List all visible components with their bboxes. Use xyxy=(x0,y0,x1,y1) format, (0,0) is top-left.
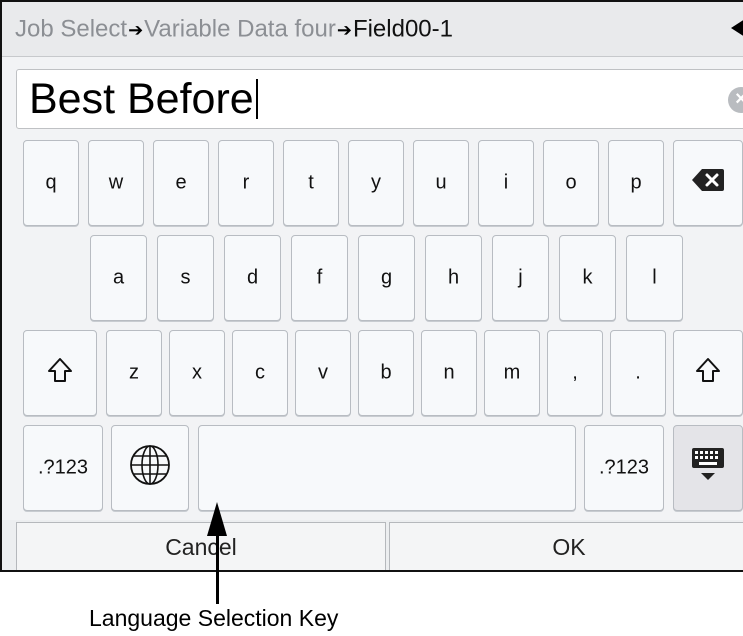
breadcrumb: Job Select➔Variable Data four➔Field00-1 xyxy=(2,2,743,57)
key-x[interactable]: x xyxy=(169,330,225,416)
ok-button[interactable]: OK xyxy=(389,522,743,570)
key-r[interactable]: r xyxy=(218,140,274,226)
breadcrumb-item-variable-data[interactable]: Variable Data four xyxy=(144,16,336,43)
key-t[interactable]: t xyxy=(283,140,339,226)
symbols-key-right[interactable]: .?123 xyxy=(584,425,664,511)
shift-icon xyxy=(48,358,72,382)
key-j[interactable]: j xyxy=(492,235,549,321)
key-m[interactable]: m xyxy=(484,330,540,416)
callout-arrow-line xyxy=(216,532,219,604)
globe-icon xyxy=(130,445,170,485)
key-c[interactable]: c xyxy=(232,330,288,416)
key-w[interactable]: w xyxy=(88,140,144,226)
text-caret xyxy=(255,79,258,119)
key-b[interactable]: b xyxy=(358,330,414,416)
dialog-button-bar: Cancel OK xyxy=(2,520,743,570)
key-n[interactable]: n xyxy=(421,330,477,416)
key-i[interactable]: i xyxy=(478,140,534,226)
cancel-button[interactable]: Cancel xyxy=(16,522,386,570)
key-comma[interactable]: , xyxy=(547,330,603,416)
callout-label: Language Selection Key xyxy=(89,605,339,631)
job-select-window: Job Select➔Variable Data four➔Field00-1 … xyxy=(0,0,743,572)
key-e[interactable]: e xyxy=(153,140,209,226)
breadcrumb-current: Field00-1 xyxy=(352,15,453,43)
key-d[interactable]: d xyxy=(224,235,281,321)
key-q[interactable]: q xyxy=(23,140,79,226)
backspace-icon xyxy=(692,169,724,191)
language-selection-key[interactable] xyxy=(111,425,189,511)
key-h[interactable]: h xyxy=(425,235,482,321)
shift-icon xyxy=(696,358,720,382)
symbols-key-left[interactable]: .?123 xyxy=(23,425,103,511)
callout-arrow-head xyxy=(207,502,227,536)
breadcrumb-separator: ➔ xyxy=(336,19,352,40)
key-a[interactable]: a xyxy=(90,235,147,321)
key-k[interactable]: k xyxy=(559,235,616,321)
back-arrow-icon[interactable] xyxy=(731,19,743,37)
keyboard-hide-icon xyxy=(692,448,724,480)
text-input-field[interactable]: Best Before × xyxy=(16,69,743,129)
shift-key-right[interactable] xyxy=(673,330,743,416)
breadcrumb-item-job-select[interactable]: Job Select xyxy=(15,16,127,43)
backspace-key[interactable] xyxy=(673,140,743,226)
text-input-value: Best Before xyxy=(29,74,258,124)
breadcrumb-separator: ➔ xyxy=(128,19,144,40)
shift-key-left[interactable] xyxy=(23,330,97,416)
key-period[interactable]: . xyxy=(610,330,666,416)
key-l[interactable]: l xyxy=(626,235,683,321)
space-key[interactable] xyxy=(198,425,576,511)
key-o[interactable]: o xyxy=(543,140,599,226)
key-p[interactable]: p xyxy=(608,140,664,226)
key-f[interactable]: f xyxy=(291,235,348,321)
key-z[interactable]: z xyxy=(106,330,162,416)
key-g[interactable]: g xyxy=(358,235,415,321)
hide-keyboard-key[interactable] xyxy=(673,425,743,511)
key-v[interactable]: v xyxy=(295,330,351,416)
key-y[interactable]: y xyxy=(348,140,404,226)
key-s[interactable]: s xyxy=(157,235,214,321)
key-u[interactable]: u xyxy=(413,140,469,226)
clear-text-icon[interactable]: × xyxy=(728,87,743,113)
